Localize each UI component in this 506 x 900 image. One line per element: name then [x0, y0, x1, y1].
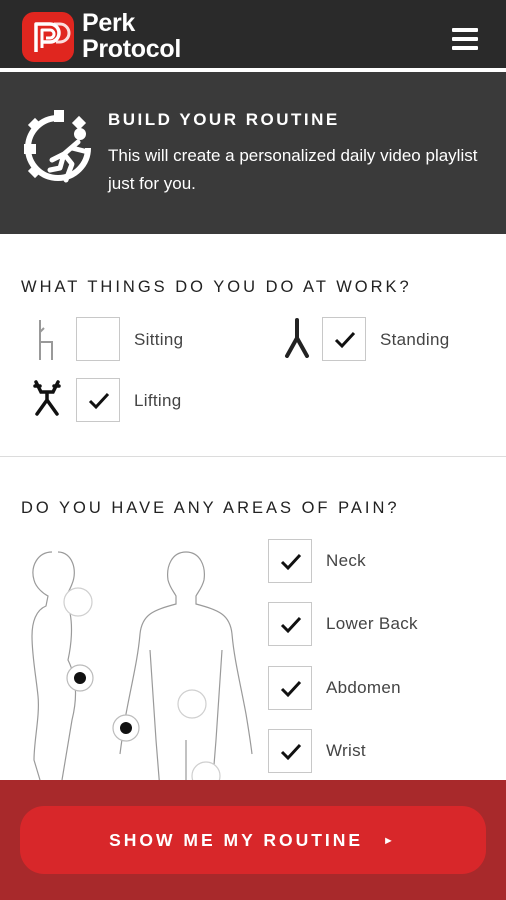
show-routine-label: SHOW ME MY ROUTINE ►: [20, 806, 486, 874]
abdomen-checkbox[interactable]: [268, 666, 312, 710]
section-divider: [0, 456, 506, 457]
wrist-label: Wrist: [326, 741, 366, 760]
perk-protocol-logo-icon: [22, 12, 74, 62]
body-map-figure: [0, 540, 270, 791]
work-heading: WHAT THINGS DO YOU DO AT WORK?: [21, 278, 412, 296]
abdomen-label: Abdomen: [326, 678, 401, 697]
brand-name-line2: Protocol: [82, 35, 181, 63]
show-routine-button[interactable]: SHOW ME MY ROUTINE ►: [20, 806, 486, 874]
standing-label: Standing: [380, 330, 450, 349]
sitting-checkbox[interactable]: [76, 317, 120, 361]
cta-text: SHOW ME MY ROUTINE: [109, 830, 364, 850]
hamburger-menu-icon[interactable]: [452, 28, 478, 50]
neck-label: Neck: [326, 551, 366, 570]
brand-name-line1: Perk: [82, 9, 136, 37]
sitting-label: Sitting: [134, 330, 184, 349]
app-header: Perk Protocol: [0, 0, 506, 68]
lifting-label: Lifting: [134, 391, 182, 410]
wrist-checkbox[interactable]: [268, 729, 312, 773]
standing-checkbox[interactable]: [322, 317, 366, 361]
lower-back-label: Lower Back: [326, 614, 418, 633]
play-arrow-icon: ►: [382, 835, 397, 847]
lifting-checkbox[interactable]: [76, 378, 120, 422]
lower-back-checkbox[interactable]: [268, 602, 312, 646]
standing-icon: [284, 318, 310, 363]
lifting-icon: [32, 380, 62, 421]
hero-banner: BUILD YOUR ROUTINE This will create a pe…: [0, 72, 506, 234]
hero-title: BUILD YOUR ROUTINE: [108, 110, 340, 129]
sitting-icon: [36, 318, 58, 367]
neck-checkbox[interactable]: [268, 539, 312, 583]
brand-name: Perk Protocol: [82, 10, 181, 62]
gear-runner-icon: [16, 108, 100, 192]
pain-heading: DO YOU HAVE ANY AREAS OF PAIN?: [21, 499, 400, 517]
hero-subtitle: This will create a personalized daily vi…: [108, 146, 478, 193]
